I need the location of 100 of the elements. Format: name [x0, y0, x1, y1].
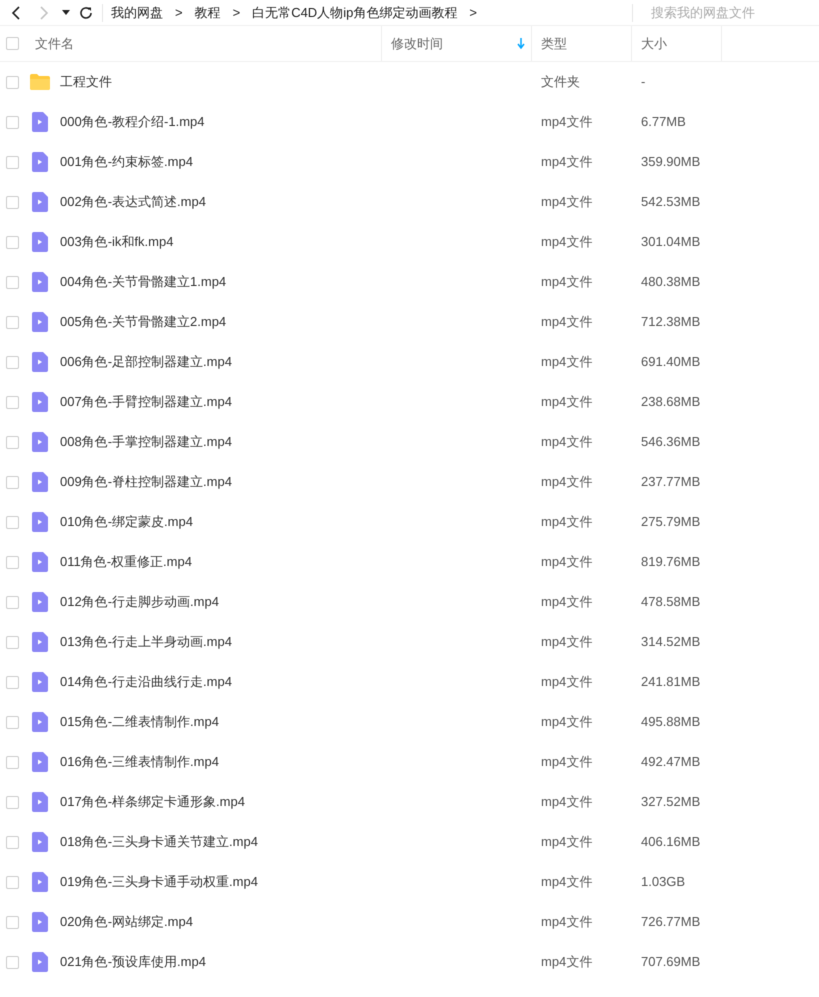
file-size: 707.69MB — [640, 953, 702, 972]
file-name[interactable]: 工程文件 — [60, 72, 112, 92]
row-checkbox[interactable] — [6, 756, 19, 768]
breadcrumb-separator: > — [232, 4, 240, 22]
file-name[interactable]: 012角色-行走脚步动画.mp4 — [60, 592, 219, 612]
select-all-checkbox[interactable] — [6, 37, 19, 50]
video-file-icon — [32, 272, 48, 292]
column-header[interactable]: 类型 — [541, 34, 567, 54]
file-name[interactable]: 021角色-预设库使用.mp4 — [60, 952, 206, 972]
file-size: 478.58MB — [640, 593, 702, 612]
row-checkbox[interactable] — [6, 516, 19, 528]
video-file-icon — [32, 752, 48, 772]
row-checkbox[interactable] — [6, 356, 19, 368]
file-type: mp4文件 — [540, 833, 594, 852]
file-type: mp4文件 — [540, 193, 594, 212]
video-file-icon — [32, 952, 48, 972]
breadcrumb-link[interactable]: 我的网盘 — [111, 2, 163, 22]
video-file-icon — [32, 912, 48, 932]
file-type: mp4文件 — [540, 953, 594, 972]
breadcrumb-link[interactable]: 教程 — [194, 2, 221, 22]
file-type: mp4文件 — [540, 553, 594, 572]
row-checkbox[interactable] — [6, 876, 19, 888]
file-name[interactable]: 014角色-行走沿曲线行走.mp4 — [60, 672, 232, 692]
video-file-icon — [32, 712, 48, 732]
file-size: 314.52MB — [640, 633, 702, 652]
row-checkbox[interactable] — [6, 636, 19, 648]
video-file-icon — [32, 192, 48, 212]
file-name[interactable]: 016角色-三维表情制作.mp4 — [60, 752, 219, 772]
file-size: 691.40MB — [640, 353, 702, 372]
video-file-icon — [32, 152, 48, 172]
file-size: 480.38MB — [640, 273, 702, 292]
file-name[interactable]: 015角色-二维表情制作.mp4 — [60, 712, 219, 732]
file-size: 406.16MB — [640, 833, 702, 852]
file-name[interactable]: 017角色-样条绑定卡通形象.mp4 — [60, 792, 245, 812]
file-name[interactable]: 002角色-表达式简述.mp4 — [60, 192, 206, 212]
row-checkbox[interactable] — [6, 196, 19, 208]
column-header[interactable]: 修改时间 — [391, 34, 443, 54]
row-checkbox[interactable] — [6, 676, 19, 688]
row-checkbox[interactable] — [6, 396, 19, 408]
video-file-icon — [32, 632, 48, 652]
file-size: 819.76MB — [640, 553, 702, 572]
file-name[interactable]: 013角色-行走上半身动画.mp4 — [60, 632, 232, 652]
refresh-icon — [79, 6, 93, 20]
row-checkbox[interactable] — [6, 76, 19, 88]
row-checkbox[interactable] — [6, 236, 19, 248]
file-size: 238.68MB — [640, 393, 702, 412]
breadcrumb-separator: > — [469, 4, 477, 22]
file-size: 6.77MB — [640, 113, 687, 132]
column-header[interactable]: 文件名 — [35, 34, 74, 54]
row-checkbox[interactable] — [6, 476, 19, 488]
row-checkbox[interactable] — [6, 796, 19, 808]
file-name[interactable]: 009角色-脊柱控制器建立.mp4 — [60, 472, 232, 492]
video-file-icon — [32, 232, 48, 252]
file-name[interactable]: 001角色-约束标签.mp4 — [60, 152, 193, 172]
row-checkbox[interactable] — [6, 556, 19, 568]
file-type: mp4文件 — [540, 273, 594, 292]
file-type: mp4文件 — [540, 393, 594, 412]
file-type: 文件夹 — [540, 73, 581, 92]
file-name[interactable]: 003角色-ik和fk.mp4 — [60, 232, 174, 252]
file-type: mp4文件 — [540, 433, 594, 452]
file-name[interactable]: 007角色-手臂控制器建立.mp4 — [60, 392, 232, 412]
video-file-icon — [32, 672, 48, 692]
file-type: mp4文件 — [540, 353, 594, 372]
file-type: mp4文件 — [540, 113, 594, 132]
row-checkbox[interactable] — [6, 956, 19, 968]
row-checkbox[interactable] — [6, 276, 19, 288]
search-field[interactable]: 搜索我的网盘文件 — [649, 2, 819, 24]
file-size: 712.38MB — [640, 313, 702, 332]
video-file-icon — [32, 792, 48, 812]
column-header[interactable]: 大小 — [641, 34, 667, 54]
file-name[interactable]: 019角色-三头身卡通手动权重.mp4 — [60, 872, 258, 892]
video-file-icon — [32, 832, 48, 852]
file-size: 359.90MB — [640, 153, 702, 172]
file-name[interactable]: 008角色-手掌控制器建立.mp4 — [60, 432, 232, 452]
file-name[interactable]: 000角色-教程介绍-1.mp4 — [60, 112, 204, 132]
row-checkbox[interactable] — [6, 836, 19, 848]
caret-icon — [62, 10, 70, 15]
file-size: 237.77MB — [640, 473, 702, 492]
row-checkbox[interactable] — [6, 116, 19, 128]
breadcrumb-separator: > — [175, 4, 183, 22]
breadcrumb-link[interactable]: 白无常C4D人物ip角色绑定动画教程 — [252, 2, 458, 22]
row-checkbox[interactable] — [6, 316, 19, 328]
file-type: mp4文件 — [540, 313, 594, 332]
file-name[interactable]: 011角色-权重修正.mp4 — [60, 552, 192, 572]
file-type: mp4文件 — [540, 793, 594, 812]
file-name[interactable]: 004角色-关节骨骼建立1.mp4 — [60, 272, 226, 292]
video-file-icon — [32, 392, 48, 412]
row-checkbox[interactable] — [6, 156, 19, 168]
video-file-icon — [32, 512, 48, 532]
file-name[interactable]: 006角色-足部控制器建立.mp4 — [60, 352, 232, 372]
row-checkbox[interactable] — [6, 596, 19, 608]
row-checkbox[interactable] — [6, 436, 19, 448]
file-name[interactable]: 005角色-关节骨骼建立2.mp4 — [60, 312, 226, 332]
file-type: mp4文件 — [540, 873, 594, 892]
row-checkbox[interactable] — [6, 716, 19, 728]
file-name[interactable]: 018角色-三头身卡通关节建立.mp4 — [60, 832, 258, 852]
file-name[interactable]: 020角色-网站绑定.mp4 — [60, 912, 193, 932]
file-type: mp4文件 — [540, 753, 594, 772]
row-checkbox[interactable] — [6, 916, 19, 928]
file-name[interactable]: 010角色-绑定蒙皮.mp4 — [60, 512, 193, 532]
